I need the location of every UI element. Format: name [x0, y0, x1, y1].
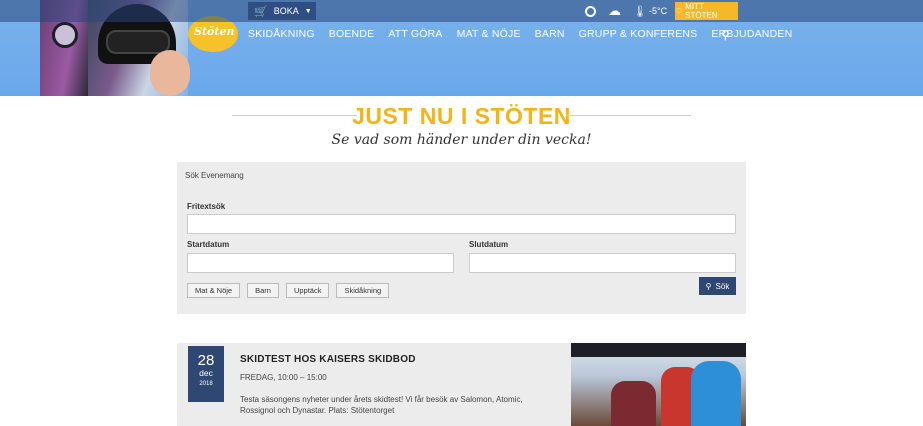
search-submit-label: Sök: [715, 281, 730, 291]
chevron-down-icon: ▼: [304, 7, 312, 15]
divider-left: [232, 115, 357, 116]
logo-text: Stöten: [194, 25, 235, 38]
webcam-icon[interactable]: [585, 5, 596, 17]
slutdatum-input[interactable]: [469, 253, 736, 273]
mitt-stoten-label: MITT STÖTEN: [685, 2, 718, 20]
slutdatum-label: Slutdatum: [469, 240, 509, 249]
event-month: dec: [199, 368, 213, 378]
event-time: FREDAG, 10:00 – 15:00: [240, 373, 327, 382]
event-description: Testa säsongens nyheter under årets skid…: [240, 395, 523, 415]
thermometer-icon: 🌡: [633, 5, 647, 18]
filter-upptack[interactable]: Upptäck: [285, 283, 330, 298]
boka-label: BOKA: [273, 6, 299, 16]
filter-skidakning[interactable]: Skidåkning: [336, 283, 390, 298]
startdatum-input[interactable]: [187, 253, 454, 273]
startdatum-label: Startdatum: [187, 240, 230, 249]
event-date-badge: 28 dec 2018: [188, 346, 224, 402]
fritext-label: Fritextsök: [187, 202, 226, 211]
skier-face-graphic: [150, 50, 190, 96]
nav-skidakning[interactable]: SKIDÅKNING: [248, 28, 315, 40]
nav-att-gora[interactable]: ATT GÖRA: [388, 28, 442, 40]
event-title[interactable]: SKIDTEST HOS KAISERS SKIDBOD: [240, 354, 416, 365]
search-icon[interactable]: ⚲: [721, 28, 730, 42]
event-card[interactable]: 28 dec 2018 SKIDTEST HOS KAISERS SKIDBOD…: [177, 343, 746, 426]
category-filters: Mat & Nöje Barn Upptäck Skidåkning: [187, 283, 390, 298]
mitt-stoten-button[interactable]: ♡ MITT STÖTEN: [675, 2, 738, 20]
search-icon: ⚲: [705, 281, 712, 291]
heart-icon: ♡: [675, 6, 683, 16]
filter-mat-noje[interactable]: Mat & Nöje: [187, 283, 241, 298]
event-year: 2018: [199, 381, 213, 387]
cart-icon: 🛒: [254, 5, 268, 18]
main-nav: SKIDÅKNING BOENDE ATT GÖRA MAT & NÖJE BA…: [248, 28, 792, 40]
boka-button[interactable]: 🛒 BOKA ▼: [248, 2, 316, 20]
page-subtitle: Se vad som händer under din vecka!: [331, 132, 592, 148]
nav-mat-noje[interactable]: MAT & NÖJE: [457, 28, 521, 40]
top-utility-bar: [0, 0, 923, 22]
nav-boende[interactable]: BOENDE: [329, 28, 375, 40]
event-photo[interactable]: [571, 343, 746, 426]
top-icons: ☁ 🌡 -5°C: [585, 2, 667, 20]
temperature-readout: -5°C: [648, 6, 668, 16]
search-submit-button[interactable]: ⚲ Sök: [699, 277, 736, 295]
page-title: JUST NU I STÖTEN: [352, 103, 571, 129]
fritext-input[interactable]: [187, 214, 736, 234]
event-day: 28: [197, 352, 215, 369]
goggles-graphic: [106, 30, 170, 54]
search-panel-header: Sök Evenemang: [185, 171, 244, 180]
nav-barn[interactable]: BARN: [535, 28, 565, 40]
page-heading: JUST NU I STÖTEN Se vad som händer under…: [0, 103, 923, 148]
weather-cloud-icon[interactable]: ☁: [608, 3, 621, 19]
nav-grupp-konferens[interactable]: GRUPP & KONFERENS: [579, 28, 698, 40]
site-header: Stöten 🛒 BOKA ▼ ☁ 🌡 -5°C ♡ MITT STÖTEN S…: [0, 0, 923, 96]
filter-barn[interactable]: Barn: [247, 283, 279, 298]
event-search-panel: Sök Evenemang Fritextsök Startdatum Slut…: [177, 162, 746, 314]
divider-right: [566, 115, 691, 116]
